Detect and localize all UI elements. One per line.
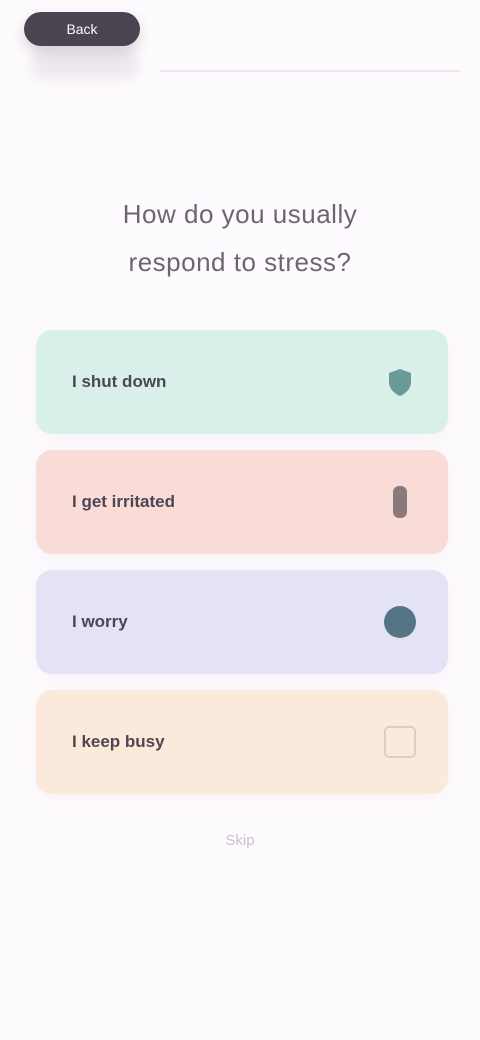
page-title-line-1: How do you usually xyxy=(122,199,358,229)
option-irritated[interactable]: I get irritated xyxy=(36,450,448,554)
option-label: I worry xyxy=(72,612,128,631)
top-bar: Back xyxy=(0,0,480,80)
page-title: How do you usually respond to stress? xyxy=(60,190,420,286)
options-list: I shut down I get irritated I worry I ke… xyxy=(36,330,448,810)
back-button-shadow xyxy=(30,50,140,80)
back-button[interactable]: Back xyxy=(24,12,140,46)
shield-icon xyxy=(380,362,420,402)
skip-link[interactable]: Skip xyxy=(180,832,300,849)
option-worry[interactable]: I worry xyxy=(36,570,448,674)
clock-icon xyxy=(380,722,420,762)
page-title-line-2: respond to stress? xyxy=(128,247,352,277)
option-label: I get irritated xyxy=(72,492,175,511)
option-keep-busy[interactable]: I keep busy xyxy=(36,690,448,794)
option-label: I keep busy xyxy=(72,732,165,751)
cloud-icon xyxy=(380,602,420,642)
bolt-icon xyxy=(380,482,420,522)
option-label: I shut down xyxy=(72,372,167,391)
header-divider xyxy=(160,70,460,72)
option-shut-down[interactable]: I shut down xyxy=(36,330,448,434)
